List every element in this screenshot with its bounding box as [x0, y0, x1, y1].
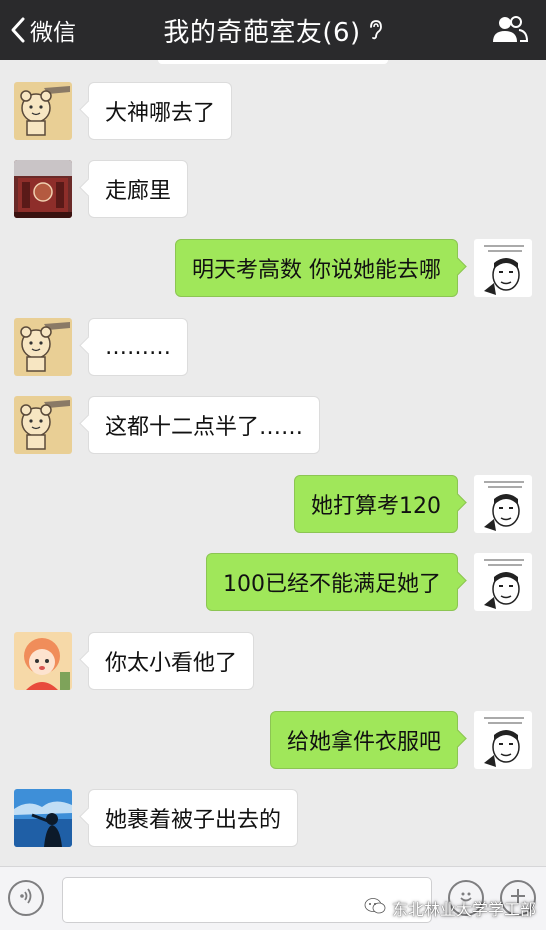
message-bubble-sent[interactable]: 100已经不能满足她了	[206, 553, 458, 611]
avatar[interactable]	[474, 711, 532, 769]
plus-icon	[509, 887, 527, 909]
message-row: 这都十二点半了……	[0, 394, 546, 456]
avatar[interactable]	[14, 632, 72, 690]
message-bubble-sent[interactable]: 给她拿件衣服吧	[269, 711, 458, 769]
message-bubble-received[interactable]: 走廊里	[88, 160, 189, 218]
message-row: 给她拿件衣服吧	[0, 709, 546, 771]
message-row: 她打算考120	[0, 473, 546, 535]
message-row: 走廊里	[0, 158, 546, 220]
message-row: 大神哪去了	[0, 80, 546, 142]
message-bubble-received[interactable]: 这都十二点半了……	[88, 396, 321, 454]
chevron-left-icon	[10, 16, 26, 44]
avatar[interactable]	[14, 396, 72, 454]
message-bubble-received[interactable]: ………	[88, 318, 188, 376]
message-bubble-received[interactable]: 她裹着被子出去的	[88, 789, 299, 847]
avatar[interactable]	[14, 82, 72, 140]
smiley-icon	[456, 886, 476, 910]
avatar[interactable]	[14, 789, 72, 847]
avatar[interactable]	[14, 318, 72, 376]
message-bubble-received[interactable]: 你太小看他了	[88, 632, 255, 690]
group-info-button[interactable]	[492, 14, 529, 48]
message-row: 100已经不能满足她了	[0, 551, 546, 613]
message-input-bar	[0, 866, 546, 930]
message-text-input[interactable]	[62, 877, 432, 923]
message-bubble-received[interactable]: 大神哪去了	[88, 82, 233, 140]
emoji-button[interactable]	[448, 880, 484, 916]
voice-icon	[16, 886, 36, 910]
message-row: 你太小看他了	[0, 630, 546, 692]
message-row: 明天考高数 你说她能去哪	[0, 237, 546, 299]
avatar[interactable]	[474, 239, 532, 297]
voice-input-button[interactable]	[8, 880, 44, 916]
chat-title: 我的奇葩室友(6)	[163, 17, 361, 48]
back-label: 微信	[30, 20, 76, 46]
group-members-icon	[492, 16, 529, 48]
message-bubble-sent[interactable]: 她打算考120	[294, 475, 458, 533]
chat-navbar: 微信 我的奇葩室友(6)	[0, 0, 546, 60]
previous-message-edge	[158, 60, 388, 64]
avatar[interactable]	[474, 553, 532, 611]
more-options-button[interactable]	[500, 880, 536, 916]
back-button[interactable]: 微信	[10, 0, 76, 60]
avatar[interactable]	[14, 160, 72, 218]
chat-title-area: 我的奇葩室友(6)	[0, 0, 546, 60]
message-row: 她裹着被子出去的	[0, 787, 546, 849]
avatar[interactable]	[474, 475, 532, 533]
earpiece-mode-icon	[369, 20, 383, 44]
message-row: ………	[0, 316, 546, 378]
message-bubble-sent[interactable]: 明天考高数 你说她能去哪	[175, 239, 458, 297]
